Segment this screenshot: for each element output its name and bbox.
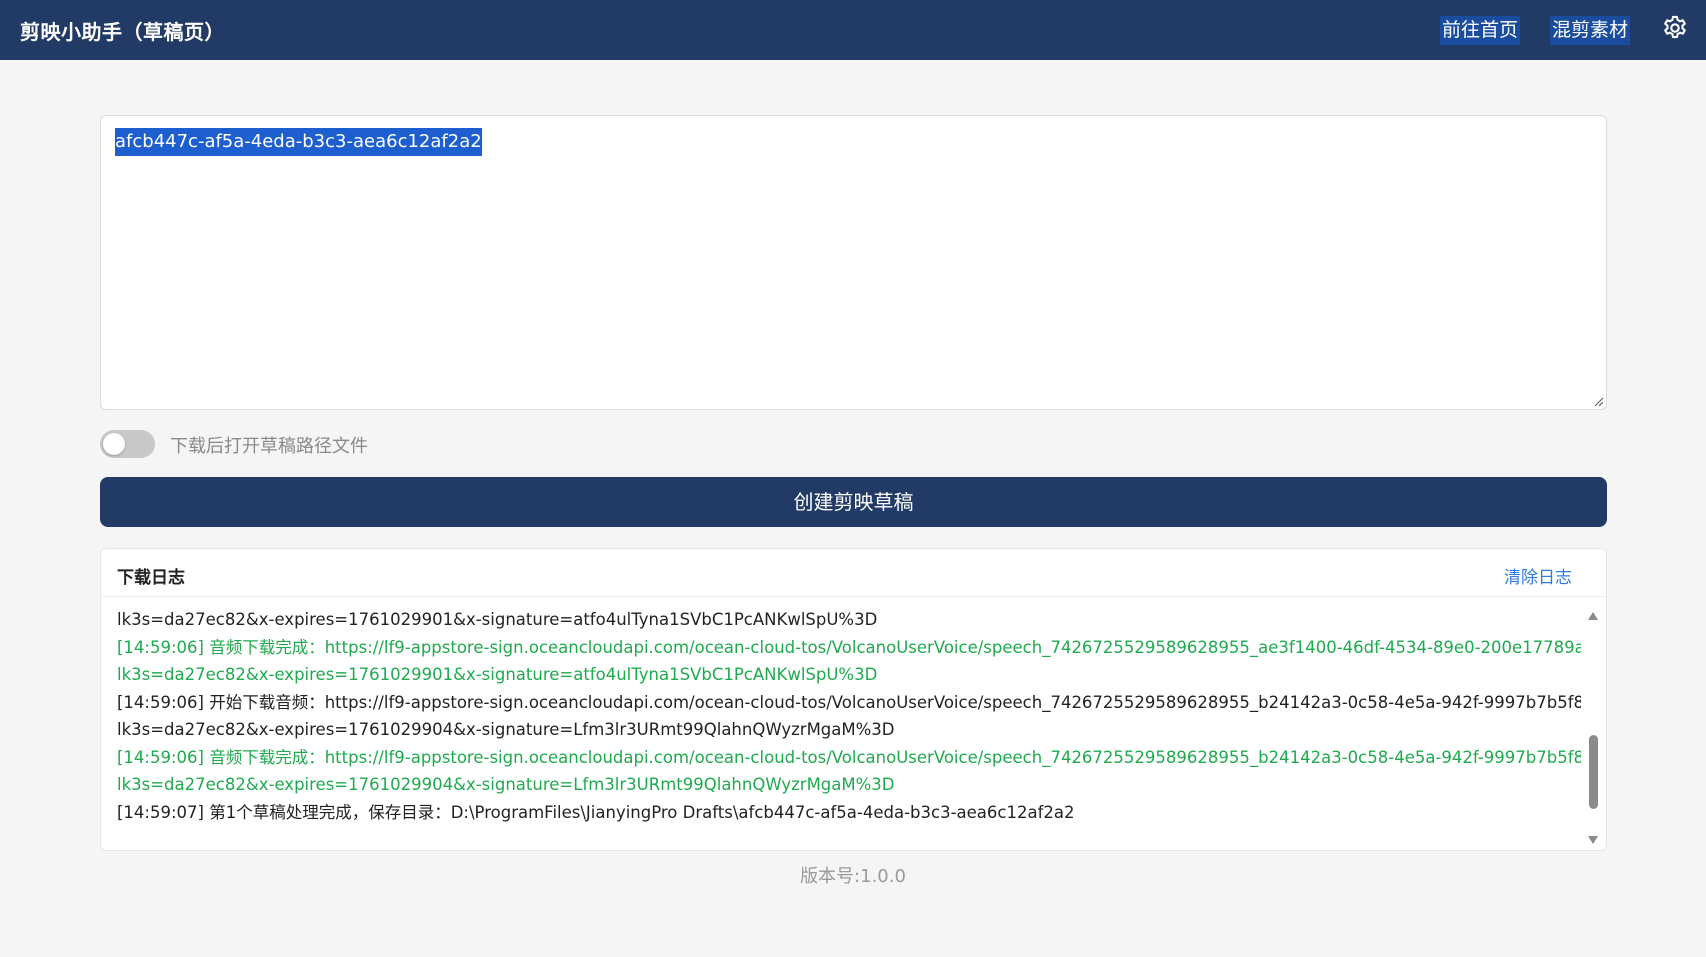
log-title: 下载日志 bbox=[117, 568, 185, 588]
log-line: [14:59:07] 第1个草稿处理完成，保存目录：D:\ProgramFile… bbox=[117, 802, 1075, 822]
gear-icon[interactable] bbox=[1661, 14, 1689, 42]
log-scrollbar[interactable] bbox=[1584, 611, 1602, 845]
log-line: [14:59:06] 音频下载完成：https://lf9-appstore-s… bbox=[117, 637, 1581, 657]
log-line: [14:59:06] 开始下载音频：https://lf9-appstore-s… bbox=[117, 692, 1581, 712]
version-label: 版本号:1.0.0 bbox=[800, 866, 906, 887]
nav-home-button[interactable]: 前往首页 bbox=[1440, 16, 1521, 45]
log-line: [14:59:06] 音频下载完成：https://lf9-appstore-s… bbox=[117, 747, 1581, 767]
clear-log-button[interactable]: 清除日志 bbox=[1504, 563, 1572, 588]
resize-grip-icon[interactable] bbox=[1592, 395, 1604, 407]
log-lines: lk3s=da27ec82&x-expires=1761029901&x-sig… bbox=[117, 606, 1581, 826]
log-line: lk3s=da27ec82&x-expires=1761029904&x-sig… bbox=[117, 720, 895, 739]
nav-mix-material-button[interactable]: 混剪素材 bbox=[1550, 16, 1631, 45]
log-line: lk3s=da27ec82&x-expires=1761029901&x-sig… bbox=[117, 665, 878, 684]
log-line: lk3s=da27ec82&x-expires=1761029904&x-sig… bbox=[117, 775, 895, 794]
scroll-thumb[interactable] bbox=[1589, 735, 1598, 809]
top-bar: 剪映小助手（草稿页） 前往首页 混剪素材 bbox=[0, 0, 1706, 60]
create-draft-button[interactable]: 创建剪映草稿 bbox=[100, 477, 1607, 527]
scroll-up-arrow-icon[interactable] bbox=[1587, 611, 1599, 621]
draft-id-textarea[interactable]: afcb447c-af5a-4eda-b3c3-aea6c12af2a2 bbox=[100, 115, 1607, 410]
log-header: 下载日志 清除日志 bbox=[101, 549, 1606, 597]
toggle-knob bbox=[103, 433, 125, 455]
open-folder-toggle[interactable] bbox=[100, 430, 155, 458]
scroll-down-arrow-icon[interactable] bbox=[1587, 835, 1599, 845]
download-log-panel: 下载日志 清除日志 lk3s=da27ec82&x-expires=176102… bbox=[100, 548, 1607, 851]
log-body[interactable]: lk3s=da27ec82&x-expires=1761029901&x-sig… bbox=[101, 598, 1581, 850]
open-folder-label: 下载后打开草稿路径文件 bbox=[170, 436, 368, 457]
log-line: lk3s=da27ec82&x-expires=1761029901&x-sig… bbox=[117, 610, 878, 629]
draft-id-text: afcb447c-af5a-4eda-b3c3-aea6c12af2a2 bbox=[115, 128, 482, 156]
app-title: 剪映小助手（草稿页） bbox=[20, 20, 225, 44]
